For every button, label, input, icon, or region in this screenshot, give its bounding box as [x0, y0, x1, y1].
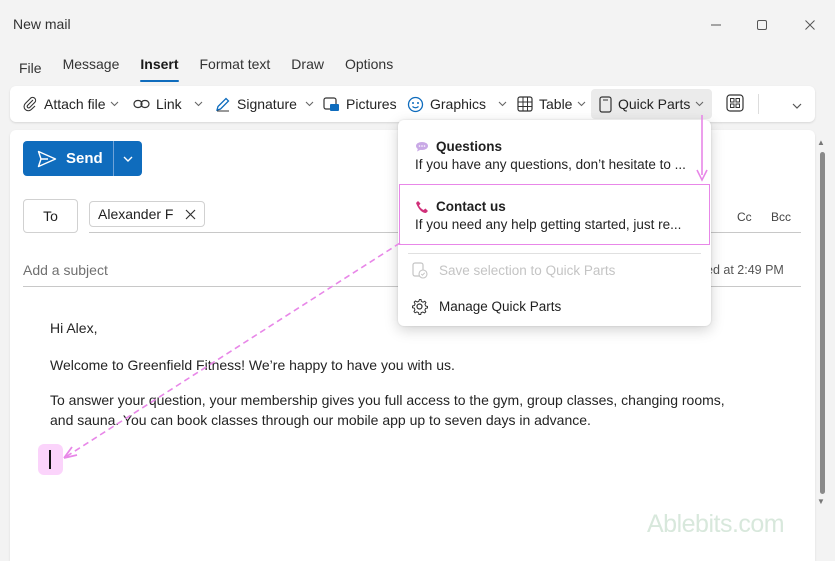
send-split-button: Send: [23, 141, 142, 176]
graphics-label: Graphics: [430, 96, 487, 112]
ribbon-divider: [758, 94, 759, 114]
send-button[interactable]: Send: [23, 141, 113, 176]
tab-insert[interactable]: Insert: [140, 56, 179, 82]
save-selection-label: Save selection to Quick Parts: [439, 262, 616, 278]
dropdown-divider: [408, 253, 701, 254]
save-selection-to-quick-parts: Save selection to Quick Parts: [411, 260, 615, 280]
body-greeting: Hi Alex,: [50, 320, 98, 336]
window-title: New mail: [13, 16, 71, 32]
tab-draw[interactable]: Draw: [291, 56, 324, 82]
tab-format-text[interactable]: Format text: [200, 56, 271, 82]
send-icon: [37, 150, 57, 167]
chevron-down-icon: [110, 101, 119, 107]
chevron-down-icon: [498, 101, 507, 107]
text-cursor: [49, 450, 51, 469]
watermark-logo: Ablebits.com: [647, 510, 785, 538]
maximize-icon[interactable]: [749, 12, 775, 38]
apps-grid-button[interactable]: [726, 86, 744, 122]
link-label: Link: [156, 96, 182, 112]
send-options-button[interactable]: [114, 141, 142, 176]
quick-part-description: If you have any questions, don’t hesitat…: [415, 157, 686, 172]
recipient-chip[interactable]: Alexander F: [89, 201, 206, 227]
to-button[interactable]: To: [23, 199, 78, 233]
vertical-scrollbar[interactable]: [820, 152, 825, 494]
signature-pen-icon: [215, 96, 231, 112]
manage-quick-parts-label: Manage Quick Parts: [439, 298, 562, 314]
link-icon: [133, 98, 150, 110]
table-icon: [517, 96, 533, 112]
quick-parts-icon: [599, 95, 612, 113]
chevron-down-icon: [792, 96, 802, 112]
tab-file[interactable]: File: [19, 60, 42, 82]
scroll-up-icon[interactable]: ▲: [817, 138, 825, 147]
tab-options[interactable]: Options: [345, 56, 393, 82]
manage-quick-parts[interactable]: Manage Quick Parts: [411, 296, 561, 316]
attach-file-button[interactable]: Attach file: [22, 86, 119, 122]
attach-file-label: Attach file: [44, 96, 106, 112]
save-quick-part-icon: [411, 261, 428, 279]
subject-input[interactable]: Add a subject: [23, 262, 108, 278]
contact-us-highlight-frame: [399, 184, 710, 245]
body-paragraph-2-line-1: To answer your question, your membership…: [50, 392, 725, 408]
quick-part-title: Questions: [436, 139, 503, 154]
link-button[interactable]: Link: [133, 86, 203, 122]
body-paragraph-2-line-2: and sauna. You can book classes through …: [50, 412, 591, 428]
ribbon-expand-button[interactable]: [792, 86, 802, 122]
chevron-down-icon: [577, 101, 586, 107]
graphics-button[interactable]: Graphics: [407, 86, 507, 122]
ribbon-toolbar: Attach file Link Signature Pictures Grap…: [10, 86, 815, 122]
quick-part-questions[interactable]: Questions If you have any questions, don…: [398, 139, 711, 172]
chevron-down-icon: [123, 156, 133, 162]
menu-tabs: File Message Insert Format text Draw Opt…: [19, 56, 414, 82]
signature-label: Signature: [237, 96, 297, 112]
close-icon[interactable]: [797, 12, 823, 38]
signature-button[interactable]: Signature: [215, 86, 314, 122]
quick-parts-label: Quick Parts: [618, 96, 691, 112]
picture-icon: [323, 96, 340, 112]
pictures-label: Pictures: [346, 96, 397, 112]
scroll-down-icon[interactable]: ▼: [817, 497, 825, 506]
send-label: Send: [66, 150, 103, 167]
cc-button[interactable]: Cc: [737, 210, 752, 224]
apps-grid-icon: [726, 93, 744, 115]
minimize-icon[interactable]: [703, 12, 729, 38]
remove-recipient-icon[interactable]: [185, 209, 196, 220]
bcc-button[interactable]: Bcc: [771, 210, 791, 224]
quick-parts-button[interactable]: Quick Parts: [591, 89, 713, 119]
table-label: Table: [539, 96, 573, 112]
tab-message[interactable]: Message: [63, 56, 120, 82]
gear-icon: [411, 298, 428, 315]
smiley-graphics-icon: [407, 96, 424, 113]
cursor-highlight: [38, 444, 63, 475]
chevron-down-icon: [695, 101, 704, 107]
speech-bubble-icon: [415, 141, 429, 152]
chevron-down-icon: [305, 101, 314, 107]
recipient-name: Alexander F: [98, 206, 174, 222]
body-paragraph-1: Welcome to Greenfield Fitness! We’re hap…: [50, 357, 455, 373]
chevron-down-icon: [194, 101, 203, 107]
pictures-button[interactable]: Pictures: [323, 86, 397, 122]
paperclip-icon: [22, 96, 38, 112]
draft-saved-status: ed at 2:49 PM: [706, 263, 784, 277]
table-button[interactable]: Table: [517, 86, 586, 122]
